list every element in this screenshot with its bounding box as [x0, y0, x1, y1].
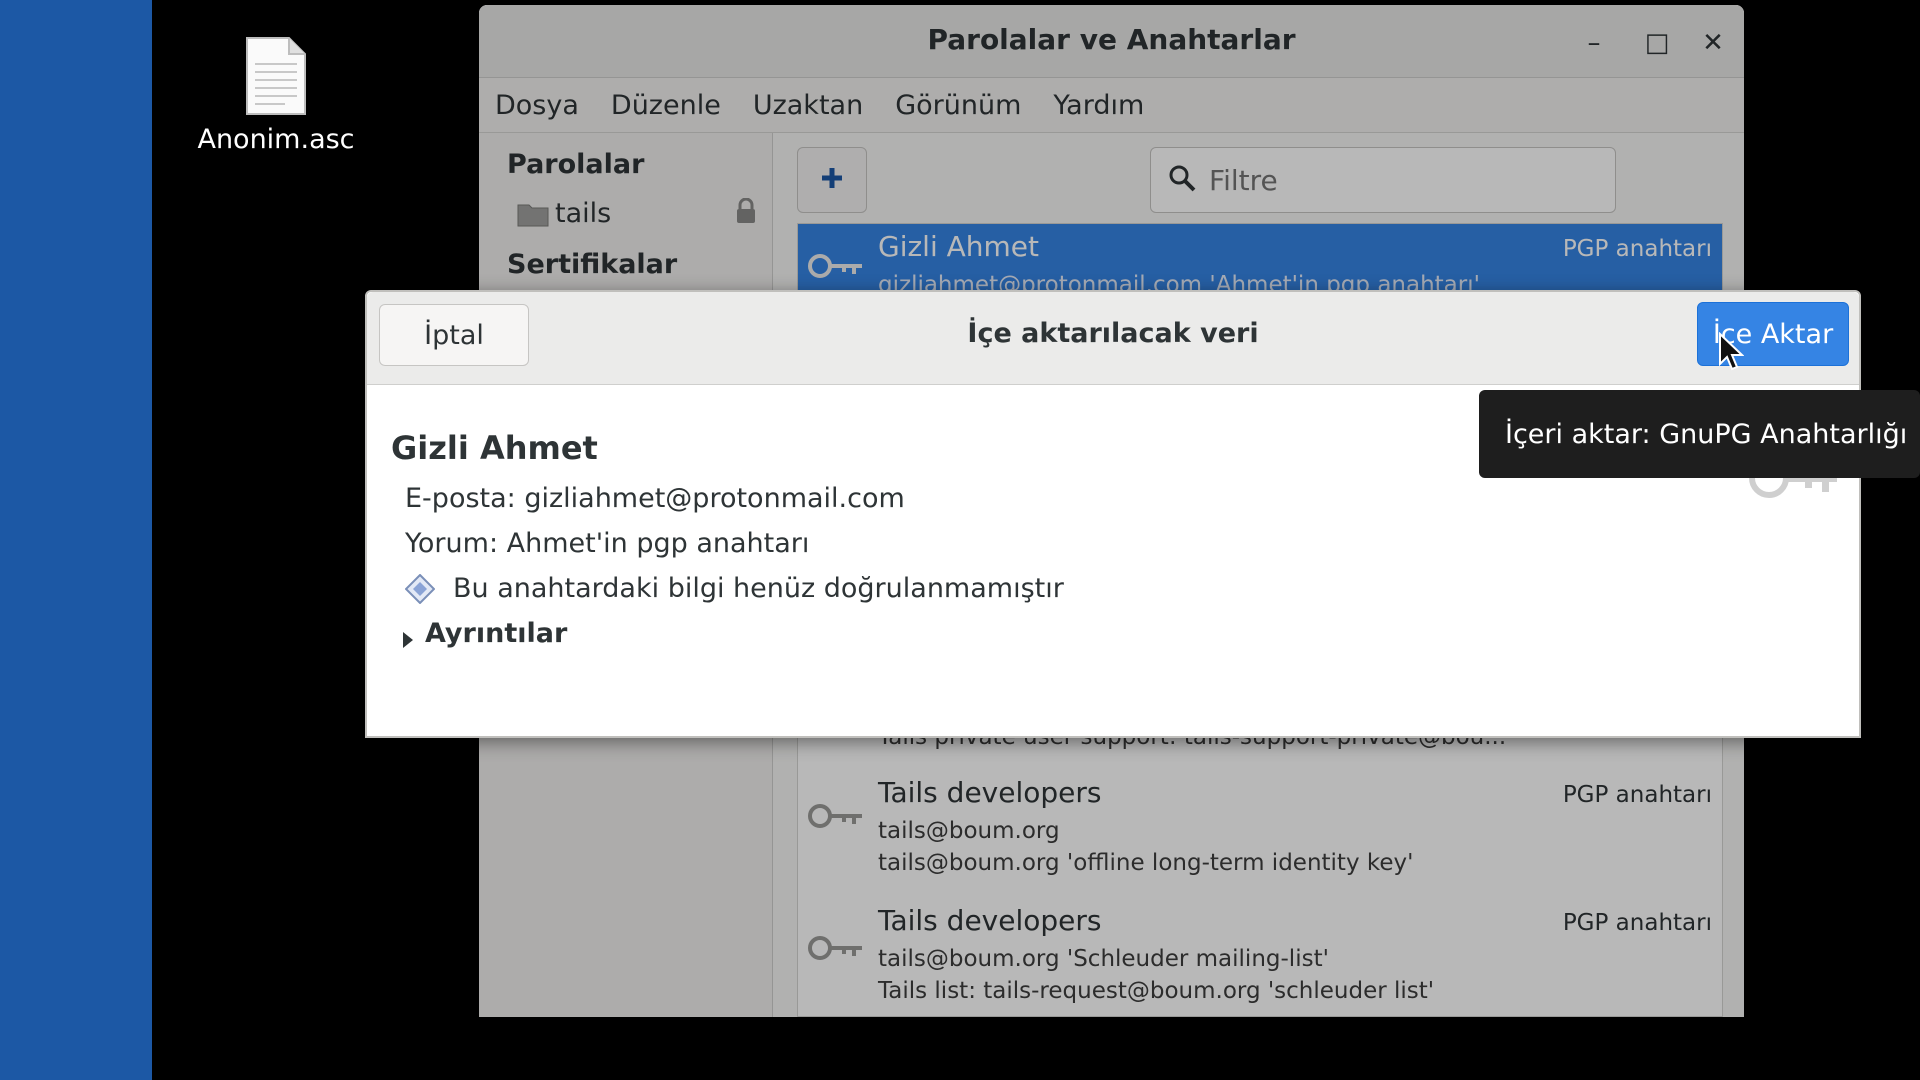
key-icon [808, 802, 864, 830]
import-tooltip: İçeri aktar: GnuPG Anahtarlığı [1479, 390, 1920, 478]
key-type-label: PGP anahtarı [1562, 782, 1712, 808]
lock-icon [735, 197, 757, 231]
desktop-file-label: Anonim.asc [197, 124, 355, 155]
mouse-pointer-icon [1718, 331, 1745, 372]
unverified-diamond-icon [404, 573, 436, 604]
window-title: Parolalar ve Anahtarlar [927, 23, 1296, 56]
menu-dosya[interactable]: Dosya [495, 90, 579, 121]
window-titlebar[interactable]: Parolalar ve Anahtarlar – □ ✕ [479, 5, 1744, 78]
close-button[interactable]: ✕ [1693, 23, 1733, 63]
search-icon [1167, 163, 1197, 197]
key-icon [808, 252, 864, 280]
email-line: E-posta: gizliahmet@protonmail.com [405, 483, 905, 514]
folder-icon [517, 201, 549, 227]
key-row-tails-developers-2[interactable]: Tails developers tails@boum.org 'Schleud… [798, 898, 1722, 1016]
text-file-icon [245, 36, 307, 116]
plus-icon [819, 165, 845, 195]
filter-field[interactable] [1150, 147, 1616, 213]
key-detail-line: tails@boum.org 'offline long-term identi… [878, 850, 1414, 876]
key-name: Gizli Ahmet [878, 230, 1040, 263]
key-icon [808, 934, 864, 962]
key-row-tails-developers-1[interactable]: Tails developers tails@boum.org tails@bo… [798, 770, 1722, 898]
add-button[interactable] [797, 147, 867, 213]
details-expander[interactable]: Ayrıntılar [401, 618, 1859, 649]
dialog-title: İçe aktarılacak veri [967, 318, 1259, 349]
key-detail-line: tails@boum.org 'Schleuder mailing-list' [878, 946, 1329, 972]
sidebar-heading-passwords: Parolalar [507, 149, 645, 180]
dialog-header: İptal İçe aktarılacak veri İçe Aktar [367, 292, 1859, 385]
minimize-button[interactable]: – [1574, 23, 1614, 63]
filter-input[interactable] [1207, 162, 1591, 198]
desktop-file-anonim[interactable]: Anonim.asc [196, 36, 356, 155]
key-type-label: PGP anahtarı [1562, 910, 1712, 936]
key-detail-line: Tails list: tails-request@boum.org 'schl… [878, 978, 1435, 1004]
expander-arrow-icon [401, 625, 415, 648]
validity-text: Bu anahtardaki bilgi henüz doğrulanmamış… [453, 573, 1064, 604]
sidebar-item-tails[interactable]: tails [517, 197, 757, 231]
import-dialog: İptal İçe aktarılacak veri İçe Aktar Giz… [365, 290, 1861, 738]
comment-line: Yorum: Ahmet'in pgp anahtarı [405, 528, 810, 559]
menu-duzenle[interactable]: Düzenle [611, 90, 721, 121]
menu-gorunum[interactable]: Görünüm [895, 90, 1021, 121]
menu-uzaktan[interactable]: Uzaktan [753, 90, 863, 121]
key-detail-line: tails@boum.org [878, 818, 1060, 844]
key-type-label: PGP anahtarı [1562, 236, 1712, 262]
menu-yardim[interactable]: Yardım [1053, 90, 1144, 121]
validity-row: Bu anahtardaki bilgi henüz doğrulanmamış… [404, 573, 1859, 604]
maximize-button[interactable]: □ [1637, 23, 1677, 63]
key-name: Tails developers [878, 904, 1102, 937]
menubar: Dosya Düzenle Uzaktan Görünüm Yardım [479, 78, 1744, 133]
details-label: Ayrıntılar [425, 618, 568, 649]
desktop-panel [0, 0, 152, 1080]
sidebar-item-label: tails [555, 198, 612, 229]
key-name: Tails developers [878, 776, 1102, 809]
sidebar-heading-certificates: Sertifikalar [507, 249, 678, 280]
